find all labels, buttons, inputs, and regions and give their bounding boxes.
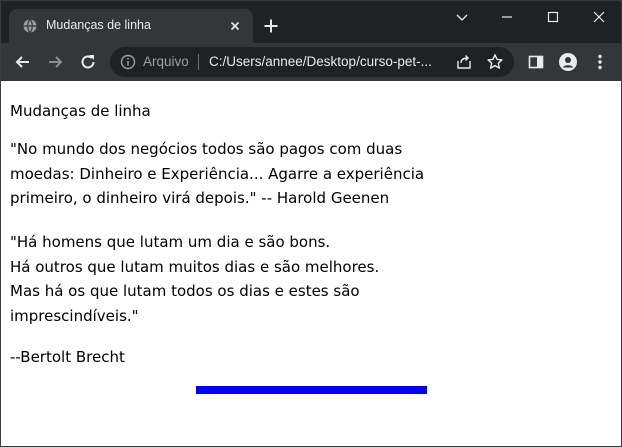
page-content: Mudanças de linha "No mundo dos negócios… xyxy=(1,81,621,446)
attribution: --Bertolt Brecht xyxy=(10,345,125,370)
tab-title: Mudanças de linha xyxy=(46,18,151,32)
quote-1: "No mundo dos negócios todos são pagos c… xyxy=(10,137,424,211)
kebab-menu-icon[interactable] xyxy=(590,52,610,72)
profile-icon[interactable] xyxy=(558,52,578,72)
star-icon[interactable] xyxy=(486,53,504,71)
url-text[interactable]: C:/Users/annee/Desktop/curso-pet-... xyxy=(209,54,445,69)
quote-2-line: Mas há os que lutam todos os dias e este… xyxy=(10,282,360,300)
quote-2-line: Há outros que lutam muitos dias e são me… xyxy=(10,257,380,276)
browser-toolbar: Arquivo C:/Users/annee/Desktop/curso-pet… xyxy=(1,43,621,81)
side-panel-icon[interactable] xyxy=(526,52,546,72)
plus-icon[interactable] xyxy=(263,18,279,34)
tab-active[interactable]: Mudanças de linha xyxy=(9,9,253,43)
address-bar[interactable]: Arquivo C:/Users/annee/Desktop/curso-pet… xyxy=(110,47,514,77)
forward-arrow-icon[interactable] xyxy=(45,52,65,72)
page-heading: Mudanças de linha xyxy=(10,102,151,120)
close-icon[interactable] xyxy=(227,18,243,34)
separator xyxy=(198,54,199,70)
globe-icon xyxy=(23,19,37,33)
quote-2-line: imprescindíveis." xyxy=(10,306,139,325)
quote-1-line: primeiro, o dinheiro virá depois." -- Ha… xyxy=(10,189,390,207)
back-arrow-icon[interactable] xyxy=(13,52,33,72)
blue-bar xyxy=(196,386,427,394)
quote-1-line: moedas: Dinheiro e Experiência... Agarre… xyxy=(10,164,425,183)
quote-2: "Há homens que lutam um dia e são bons. … xyxy=(10,230,379,328)
minimize-icon[interactable] xyxy=(497,7,517,27)
close-icon[interactable] xyxy=(589,7,609,27)
browser-window: Mudanças de linha Arquivo C:/Users/annee… xyxy=(0,0,622,447)
attribution-text: --Bertolt Brecht xyxy=(10,348,125,366)
maximize-icon[interactable] xyxy=(543,7,563,27)
chevron-down-icon[interactable] xyxy=(452,7,472,27)
scheme-label: Arquivo xyxy=(143,54,189,69)
share-icon[interactable] xyxy=(455,53,473,71)
quote-1-line: "No mundo dos negócios todos são pagos c… xyxy=(10,140,403,158)
info-icon[interactable] xyxy=(120,54,136,70)
tab-strip: Mudanças de linha xyxy=(1,1,621,43)
reload-icon[interactable] xyxy=(78,52,98,72)
quote-2-line: "Há homens que lutam um dia e são bons. xyxy=(10,233,331,251)
